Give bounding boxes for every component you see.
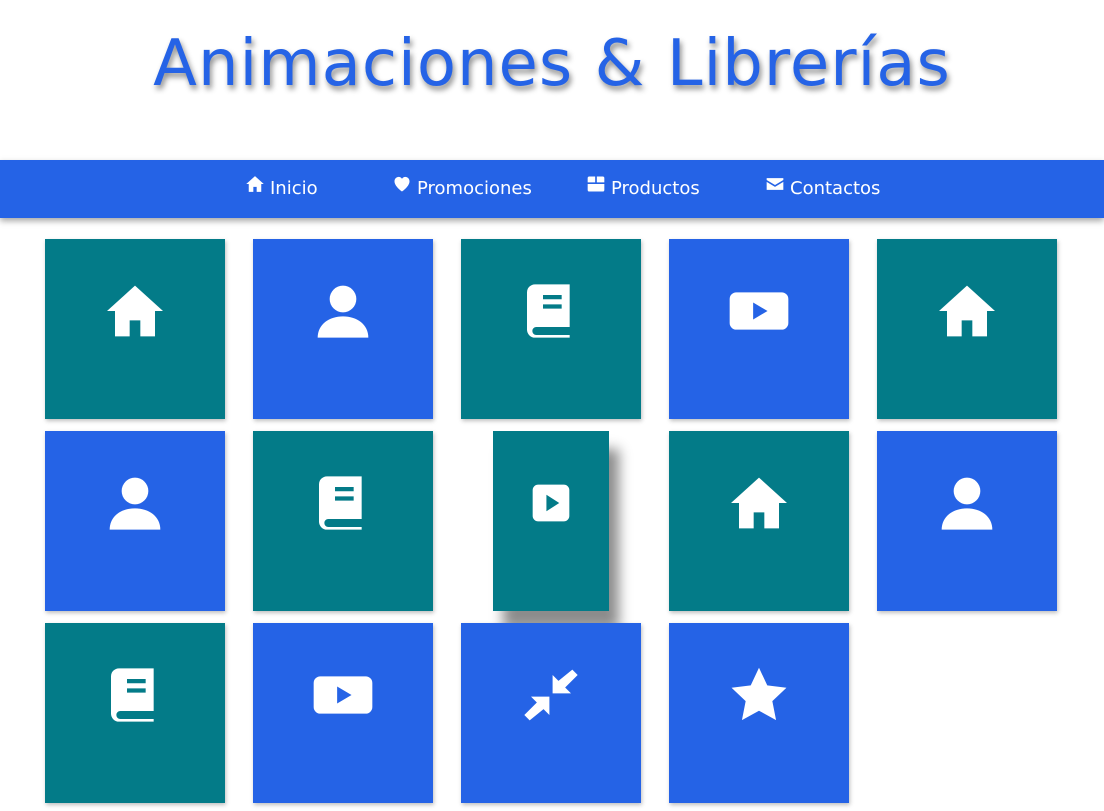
star-icon xyxy=(727,663,791,727)
youtube-play-icon xyxy=(727,279,791,343)
box-icon xyxy=(586,160,606,218)
home-icon xyxy=(727,471,791,535)
grid-tile-star[interactable] xyxy=(669,623,849,803)
home-icon xyxy=(245,160,265,218)
grid-tile-user[interactable] xyxy=(877,431,1057,611)
grid-tile-user[interactable] xyxy=(253,239,433,419)
nav-item-label: Promociones xyxy=(417,178,532,199)
page-title: Animaciones & Librerías xyxy=(153,27,951,101)
grid-tile-home[interactable] xyxy=(45,239,225,419)
nav-item-promociones[interactable]: Promociones xyxy=(392,160,532,218)
book-icon xyxy=(519,279,583,343)
compress-arrows-icon xyxy=(519,663,583,727)
grid-tile-youtube[interactable] xyxy=(253,623,433,803)
main-navbar: Inicio Promociones Productos Contactos xyxy=(0,160,1104,218)
grid-tile-home[interactable] xyxy=(669,431,849,611)
heart-icon xyxy=(392,160,412,218)
user-icon xyxy=(103,471,167,535)
grid-tile-home[interactable] xyxy=(877,239,1057,419)
user-icon xyxy=(935,471,999,535)
grid-tile-user[interactable] xyxy=(45,431,225,611)
grid-tile-compress[interactable] xyxy=(461,623,641,803)
nav-item-productos[interactable]: Productos xyxy=(586,160,700,218)
book-icon xyxy=(103,663,167,727)
nav-item-label: Contactos xyxy=(790,178,881,199)
grid-tile-play-animated[interactable] xyxy=(493,431,609,611)
grid-tile-book[interactable] xyxy=(45,623,225,803)
envelope-icon xyxy=(765,160,785,218)
home-icon xyxy=(103,279,167,343)
home-icon xyxy=(935,279,999,343)
nav-item-contactos[interactable]: Contactos xyxy=(765,160,880,218)
grid-tile-youtube[interactable] xyxy=(669,239,849,419)
youtube-play-icon xyxy=(311,663,375,727)
user-icon xyxy=(311,279,375,343)
nav-item-label: Inicio xyxy=(270,178,318,199)
nav-item-inicio[interactable]: Inicio xyxy=(245,160,318,218)
grid-tile-book[interactable] xyxy=(461,239,641,419)
grid-tile-book[interactable] xyxy=(253,431,433,611)
play-square-icon xyxy=(529,481,573,525)
nav-item-label: Productos xyxy=(611,178,700,199)
book-icon xyxy=(311,471,375,535)
